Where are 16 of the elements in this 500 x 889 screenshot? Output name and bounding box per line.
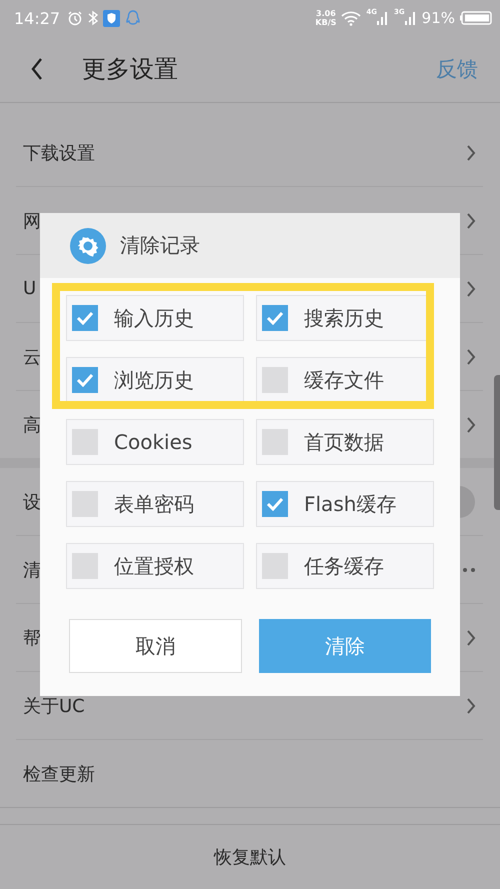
row-label: 关于UC (23, 694, 85, 718)
row-label: 下载设置 (23, 142, 95, 164)
row-label: 设 (23, 490, 41, 514)
dialog-title: 清除记录 (120, 232, 200, 259)
page-title: 更多设置 (82, 54, 178, 85)
speed-unit: KB/S (315, 18, 336, 27)
battery-percent: 91% (422, 9, 455, 27)
network-speed: 3.06 (316, 9, 336, 18)
status-time: 14:27 (14, 8, 60, 28)
row-label: 检查更新 (23, 762, 95, 786)
row-label: 云 (23, 346, 41, 368)
row-label: 清 (23, 558, 41, 582)
row-label: 高 (23, 414, 41, 436)
row-label: U (23, 278, 36, 299)
row-label: 网 (23, 210, 41, 232)
row-label: 帮 (23, 626, 41, 650)
